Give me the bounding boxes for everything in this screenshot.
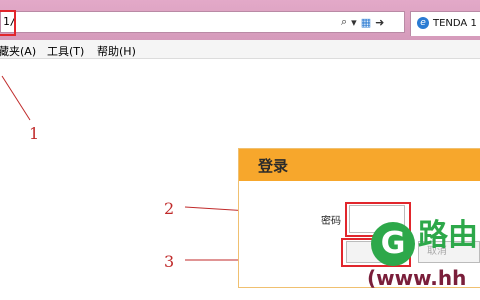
watermark-text: 路由 [418, 218, 478, 253]
annotation-number-3: 3 [164, 252, 175, 271]
login-title: 登录 [258, 157, 289, 175]
watermark-url: (www.hh [367, 266, 467, 290]
login-panel-header: 登录 [239, 149, 480, 181]
watermark-logo: G [371, 222, 415, 266]
annotation-number-2: 2 [164, 199, 175, 218]
password-label: 密码 [321, 216, 341, 227]
annotation-line-1 [1, 75, 31, 121]
annotation-number-1: 1 [29, 124, 40, 143]
